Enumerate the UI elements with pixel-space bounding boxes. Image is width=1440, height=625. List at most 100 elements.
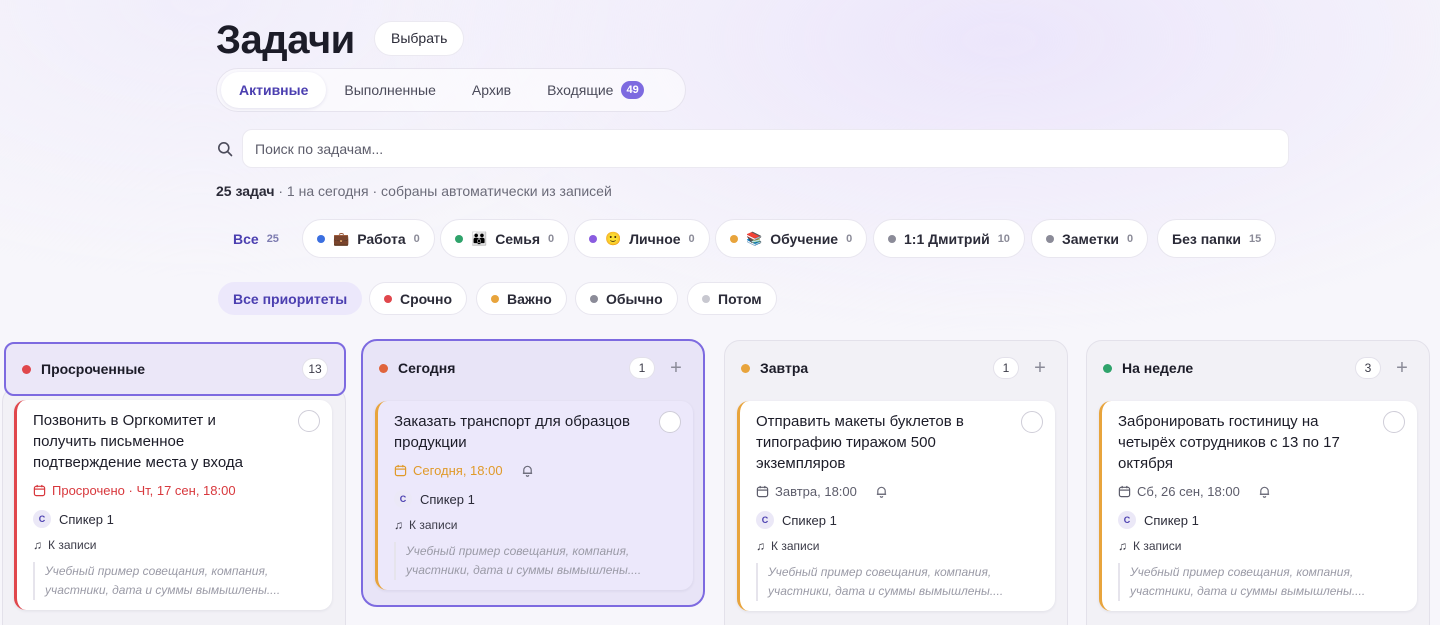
task-due: Завтра, 18:00	[756, 484, 1041, 499]
task-due: Сб, 26 сен, 18:00	[1118, 484, 1403, 499]
task-due: Сегодня, 18:00	[394, 463, 679, 478]
tab-done[interactable]: Выполненные	[326, 72, 453, 108]
search-icon	[218, 142, 233, 157]
search-input[interactable]	[242, 129, 1289, 168]
column-header[interactable]: Сегодня 1 +	[363, 341, 703, 395]
task-title: Заказать транспорт для образцов продукци…	[394, 413, 630, 451]
column-today: Сегодня 1 + Заказать транспорт для образ…	[361, 339, 705, 607]
column-this-week: На неделе 3 + Забронировать гостиницу на…	[1086, 340, 1430, 625]
select-button[interactable]: Выбрать	[374, 21, 465, 56]
add-task-icon[interactable]: +	[1391, 358, 1413, 378]
avatar: С	[1118, 511, 1136, 529]
complete-checkbox[interactable]	[1383, 411, 1405, 433]
folder-chip-personal[interactable]: 🙂 Личное 0	[574, 219, 710, 258]
calendar-icon	[1118, 485, 1131, 498]
record-link[interactable]: ♫ К записи	[33, 538, 318, 552]
calendar-icon	[33, 484, 46, 497]
folder-color-dot	[589, 234, 597, 243]
task-due: Просрочено · Чт, 17 сен, 18:00	[33, 483, 318, 498]
music-note-icon: ♫	[756, 539, 765, 553]
column-color-dot	[741, 363, 750, 373]
complete-checkbox[interactable]	[298, 410, 320, 432]
task-quote: Учебный пример совещания, компания, учас…	[394, 542, 679, 580]
folder-chip-study[interactable]: 📚 Обучение 0	[715, 219, 868, 258]
priority-dot	[702, 294, 710, 303]
briefcase-icon: 💼	[333, 230, 350, 246]
task-card[interactable]: Позвонить в Оргкомитет и получить письме…	[14, 400, 332, 610]
bell-icon[interactable]	[521, 464, 534, 477]
priority-chip-important[interactable]: Важно	[476, 282, 567, 315]
record-link[interactable]: ♫ К записи	[1118, 539, 1403, 553]
music-note-icon: ♫	[1118, 539, 1127, 553]
music-note-icon: ♫	[394, 518, 403, 532]
folder-chip-all[interactable]: Все 25	[218, 219, 294, 258]
priority-dot	[384, 294, 392, 303]
smile-icon: 🙂	[605, 230, 622, 246]
music-note-icon: ♫	[33, 538, 42, 552]
priority-chip-all[interactable]: Все приоритеты	[218, 282, 363, 315]
record-link[interactable]: ♫ К записи	[756, 539, 1041, 553]
column-color-dot	[22, 364, 31, 374]
complete-checkbox[interactable]	[1021, 411, 1043, 433]
folder-color-dot	[455, 234, 463, 243]
column-color-dot	[1103, 363, 1112, 373]
priority-dot	[590, 294, 598, 303]
folder-color-dot	[888, 234, 896, 243]
priority-chip-urgent[interactable]: Срочно	[369, 282, 468, 315]
column-tomorrow: Завтра 1 + Отправить макеты буклетов в т…	[724, 340, 1068, 625]
task-title: Забронировать гостиницу на четырёх сотру…	[1118, 413, 1340, 472]
add-task-icon[interactable]: +	[665, 358, 687, 378]
tab-archive[interactable]: Архив	[454, 72, 529, 108]
task-speaker: С Спикер 1	[1118, 511, 1403, 529]
tasks-summary: 25 задач · 1 на сегодня · собраны автома…	[216, 183, 612, 199]
folder-chip-no-folder[interactable]: Без папки 15	[1157, 219, 1277, 258]
column-count: 3	[1355, 357, 1381, 379]
avatar: С	[394, 490, 412, 508]
task-speaker: С Спикер 1	[756, 511, 1041, 529]
folder-chip-family[interactable]: 👪 Семья 0	[440, 219, 570, 258]
priority-chip-later[interactable]: Потом	[687, 282, 777, 315]
folder-chip-notes[interactable]: Заметки 0	[1031, 219, 1149, 258]
record-link[interactable]: ♫ К записи	[394, 518, 679, 532]
task-title: Отправить макеты буклетов в типографию т…	[756, 413, 964, 472]
folder-color-dot	[1046, 234, 1054, 243]
status-tabs: Активные Выполненные Архив Входящие 49	[216, 68, 686, 112]
task-quote: Учебный пример совещания, компания, учас…	[1118, 563, 1403, 601]
family-icon: 👪	[471, 230, 488, 246]
task-card[interactable]: Забронировать гостиницу на четырёх сотру…	[1099, 401, 1417, 611]
calendar-icon	[756, 485, 769, 498]
column-color-dot	[379, 363, 388, 373]
column-header[interactable]: Просроченные 13	[4, 342, 346, 396]
bell-icon[interactable]	[875, 485, 888, 498]
folder-color-dot	[730, 234, 738, 243]
priority-chip-normal[interactable]: Обычно	[575, 282, 678, 315]
column-header[interactable]: На неделе 3 +	[1087, 341, 1429, 395]
books-icon: 📚	[746, 230, 763, 246]
column-count: 1	[993, 357, 1019, 379]
task-card[interactable]: Заказать транспорт для образцов продукци…	[375, 401, 693, 590]
bell-icon[interactable]	[1258, 485, 1271, 498]
tab-active[interactable]: Активные	[221, 72, 327, 108]
task-quote: Учебный пример совещания, компания, учас…	[33, 562, 318, 600]
task-speaker: С Спикер 1	[394, 490, 679, 508]
tab-inbox[interactable]: Входящие 49	[529, 72, 662, 108]
inbox-count-badge: 49	[621, 81, 644, 99]
add-task-icon[interactable]: +	[1029, 358, 1051, 378]
priority-dot	[491, 294, 499, 303]
column-count: 1	[629, 357, 655, 379]
avatar: С	[756, 511, 774, 529]
folder-chip-dmitry[interactable]: 1:1 Дмитрий 10	[873, 219, 1025, 258]
column-header[interactable]: Завтра 1 +	[725, 341, 1067, 395]
column-count: 13	[302, 358, 328, 380]
folder-color-dot	[317, 234, 325, 243]
column-overdue: Просроченные 13 Позвонить в Оргкомитет и…	[0, 340, 346, 625]
task-card[interactable]: Отправить макеты буклетов в типографию т…	[737, 401, 1055, 611]
task-title: Позвонить в Оргкомитет и получить письме…	[33, 412, 243, 471]
task-speaker: С Спикер 1	[33, 510, 318, 528]
calendar-icon	[394, 464, 407, 477]
folder-chip-work[interactable]: 💼 Работа 0	[302, 219, 435, 258]
avatar: С	[33, 510, 51, 528]
complete-checkbox[interactable]	[659, 411, 681, 433]
page-title: Задачи	[216, 18, 355, 62]
task-quote: Учебный пример совещания, компания, учас…	[756, 563, 1041, 601]
